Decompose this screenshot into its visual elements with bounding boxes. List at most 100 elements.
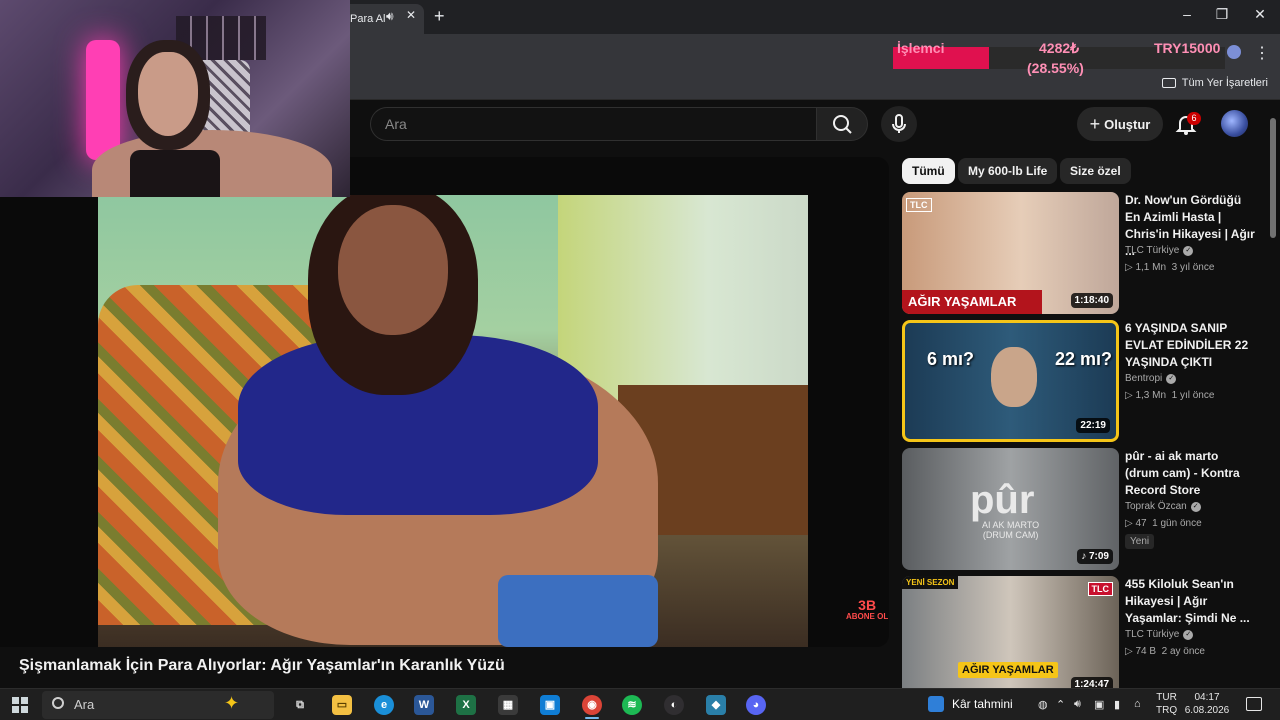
thumbnail-face	[991, 347, 1037, 407]
channel-name[interactable]: Bentropi ✓	[1125, 373, 1177, 384]
kodi-icon[interactable]: ◆	[706, 695, 726, 715]
taskbar-search-input[interactable]: Ara	[42, 691, 274, 719]
video-frame	[98, 195, 808, 647]
store-icon[interactable]: ▣	[540, 695, 560, 715]
folder-icon	[1161, 78, 1176, 88]
upload-age: 1 yıl önce	[1171, 390, 1215, 401]
excel-icon[interactable]: X	[456, 695, 476, 715]
word-icon[interactable]: W	[414, 695, 434, 715]
video-meta: ▷ 74 B 2 ay önce	[1125, 646, 1205, 657]
video-meta: ▷ 1,1 Mn 3 yıl önce	[1125, 262, 1215, 273]
thumbnail-text-right: 22 mı?	[1055, 349, 1113, 369]
profile-icon[interactable]	[1227, 45, 1241, 59]
battery-icon[interactable]: ▮	[1114, 698, 1120, 711]
video-thumbnail[interactable]: pûr AI AK MARTO (DRUM CAM) ♪ 7:09	[902, 448, 1119, 570]
channel-name[interactable]: TLC Türkiye ✓	[1125, 629, 1194, 640]
channel-name[interactable]: Toprak Özcan ✓	[1125, 501, 1201, 512]
calculator-icon[interactable]: ▦	[498, 695, 518, 715]
network-icon[interactable]: ⌂	[1134, 698, 1141, 710]
list-item[interactable]: 6 mı? 22 mı? 22:19 6 YAŞINDA SANIP EVLAT…	[902, 320, 1272, 442]
thumbnail-text: AĞIR YAŞAMLAR	[902, 290, 1042, 314]
bookmarks-folder-label: Tüm Yer İşaretleri	[1181, 77, 1268, 89]
close-window-button[interactable]: ✕	[1245, 6, 1275, 23]
channel-watermark-sub: ABONE OL	[846, 612, 889, 622]
view-count: 47	[1135, 518, 1147, 529]
channel-watermark-logo: 3B	[858, 597, 877, 613]
notifications-icon[interactable]	[1246, 697, 1262, 711]
task-view-icon[interactable]: ⧉	[290, 695, 310, 715]
scrollbar-thumb[interactable]	[1270, 118, 1276, 238]
chip-my-600-lb-life[interactable]: My 600-lb Life	[958, 158, 1058, 184]
video-title[interactable]: pûr - ai ak marto (drum cam) - Kontra Re…	[1125, 448, 1255, 499]
video-thumbnail[interactable]: 6 mı? 22 mı? 22:19	[902, 320, 1119, 442]
channel-name[interactable]: TLC Türkiye ✓	[1125, 245, 1194, 256]
search-button[interactable]	[816, 107, 868, 141]
chrome-icon[interactable]: ◉	[582, 695, 602, 715]
webcam-person-face	[138, 52, 198, 136]
speaker-icon[interactable]: 🔊︎	[386, 9, 394, 24]
channel-label: TLC Türkiye	[1125, 629, 1180, 640]
search-input[interactable]: Ara	[370, 107, 816, 141]
avatar[interactable]	[1221, 110, 1248, 137]
stats-value: 4282₺	[1039, 40, 1080, 56]
thumbnail-corner-label: YENİ SEZON	[902, 576, 959, 589]
file-explorer-icon[interactable]: ▭	[332, 695, 352, 715]
create-button[interactable]: + Oluştur	[1077, 107, 1163, 141]
stats-percent: (28.55%)	[1027, 60, 1084, 76]
widget-icon	[928, 696, 944, 712]
upload-age: 3 yıl önce	[1171, 262, 1215, 273]
close-tab-icon[interactable]: ✕	[406, 8, 416, 22]
list-item[interactable]: TLC AĞIR YAŞAMLAR 1:18:40 Dr. Now'un Gör…	[902, 192, 1272, 314]
display-icon[interactable]: ▣	[1094, 698, 1104, 711]
video-title[interactable]: 455 Kiloluk Sean'ın Hikayesi | Ağır Yaşa…	[1125, 576, 1255, 627]
verified-icon: ✓	[1166, 373, 1177, 384]
video-scene-shorts	[498, 575, 658, 647]
spotify-icon[interactable]: ≋	[622, 695, 642, 715]
voice-search-button[interactable]	[881, 106, 917, 142]
list-item[interactable]: YENİ SEZON TLC AĞIR YAŞAMLAR 1:24:47 455…	[902, 576, 1272, 698]
verified-icon: ✓	[1183, 245, 1194, 256]
notification-badge: 6	[1187, 112, 1201, 125]
list-item[interactable]: pûr AI AK MARTO (DRUM CAM) ♪ 7:09 pûr - …	[902, 448, 1272, 570]
search-icon	[52, 697, 64, 709]
stats-overlay: İşlemci 4282₺ (28.55%) TRY15000	[893, 39, 1241, 77]
clock[interactable]: 04:17 6.08.2026	[1184, 691, 1230, 717]
bookmarks-folder[interactable]: Tüm Yer İşaretleri	[1161, 77, 1268, 89]
active-app-indicator	[585, 717, 599, 719]
video-duration: ♪ 7:09	[1077, 549, 1113, 564]
discord-icon[interactable]: ◕	[746, 695, 766, 715]
clock-date: 6.08.2026	[1184, 705, 1230, 716]
tray-overflow-icon[interactable]: ⌃	[1056, 698, 1065, 711]
maximize-button[interactable]: ❐	[1207, 6, 1237, 23]
language-indicator[interactable]: TUR TRQ	[1156, 691, 1177, 717]
channel-watermark[interactable]: 3B ABONE OL	[846, 597, 889, 622]
video-player[interactable]	[0, 157, 889, 647]
upload-age: 2 ay önce	[1161, 646, 1205, 657]
widget-label: Kâr tahmini	[952, 697, 1013, 711]
microphone-icon	[892, 114, 906, 133]
thumbnail-subtext-line1: AI AK MARTO	[982, 520, 1040, 530]
thumbnail-text: pûr	[970, 478, 1035, 522]
chip-for-you[interactable]: Size özel	[1060, 158, 1131, 184]
obs-icon[interactable]: ◐	[664, 695, 684, 715]
edge-icon[interactable]: e	[374, 695, 394, 715]
search-icon	[833, 115, 852, 134]
minimize-button[interactable]: –	[1172, 6, 1202, 22]
language-top: TUR	[1156, 692, 1177, 703]
video-thumbnail[interactable]: YENİ SEZON TLC AĞIR YAŞAMLAR 1:24:47	[902, 576, 1119, 698]
taskbar: Ara ✦ ⧉ ▭ e W X ▦ ▣ ◉ ≋ ◐ ◆ ◕ Kâr tahmin…	[0, 688, 1280, 720]
tray-app-icon[interactable]: ◍	[1038, 698, 1048, 711]
video-title[interactable]: 6 YAŞINDA SANIP EVLAT EDİNDİLER 22 YAŞIN…	[1125, 320, 1255, 371]
widget-button[interactable]: Kâr tahmini	[928, 696, 1013, 712]
webcam-overlay	[0, 0, 350, 197]
verified-icon: ✓	[1190, 501, 1201, 512]
video-thumbnail[interactable]: TLC AĞIR YAŞAMLAR 1:18:40	[902, 192, 1119, 314]
stats-currency: TRY15000	[1154, 40, 1221, 56]
sparkle-icon[interactable]: ✦	[224, 693, 239, 714]
chip-all[interactable]: Tümü	[902, 158, 955, 184]
start-button[interactable]	[12, 697, 28, 713]
volume-icon[interactable]: 🔊︎	[1074, 698, 1081, 711]
browser-menu-icon[interactable]: ⋮	[1254, 43, 1270, 63]
new-tab-button[interactable]: +	[434, 6, 445, 27]
screen: Para Al 🔊︎ ✕ + – ❐ ✕ Tüm Yer İşaretleri …	[0, 0, 1280, 720]
